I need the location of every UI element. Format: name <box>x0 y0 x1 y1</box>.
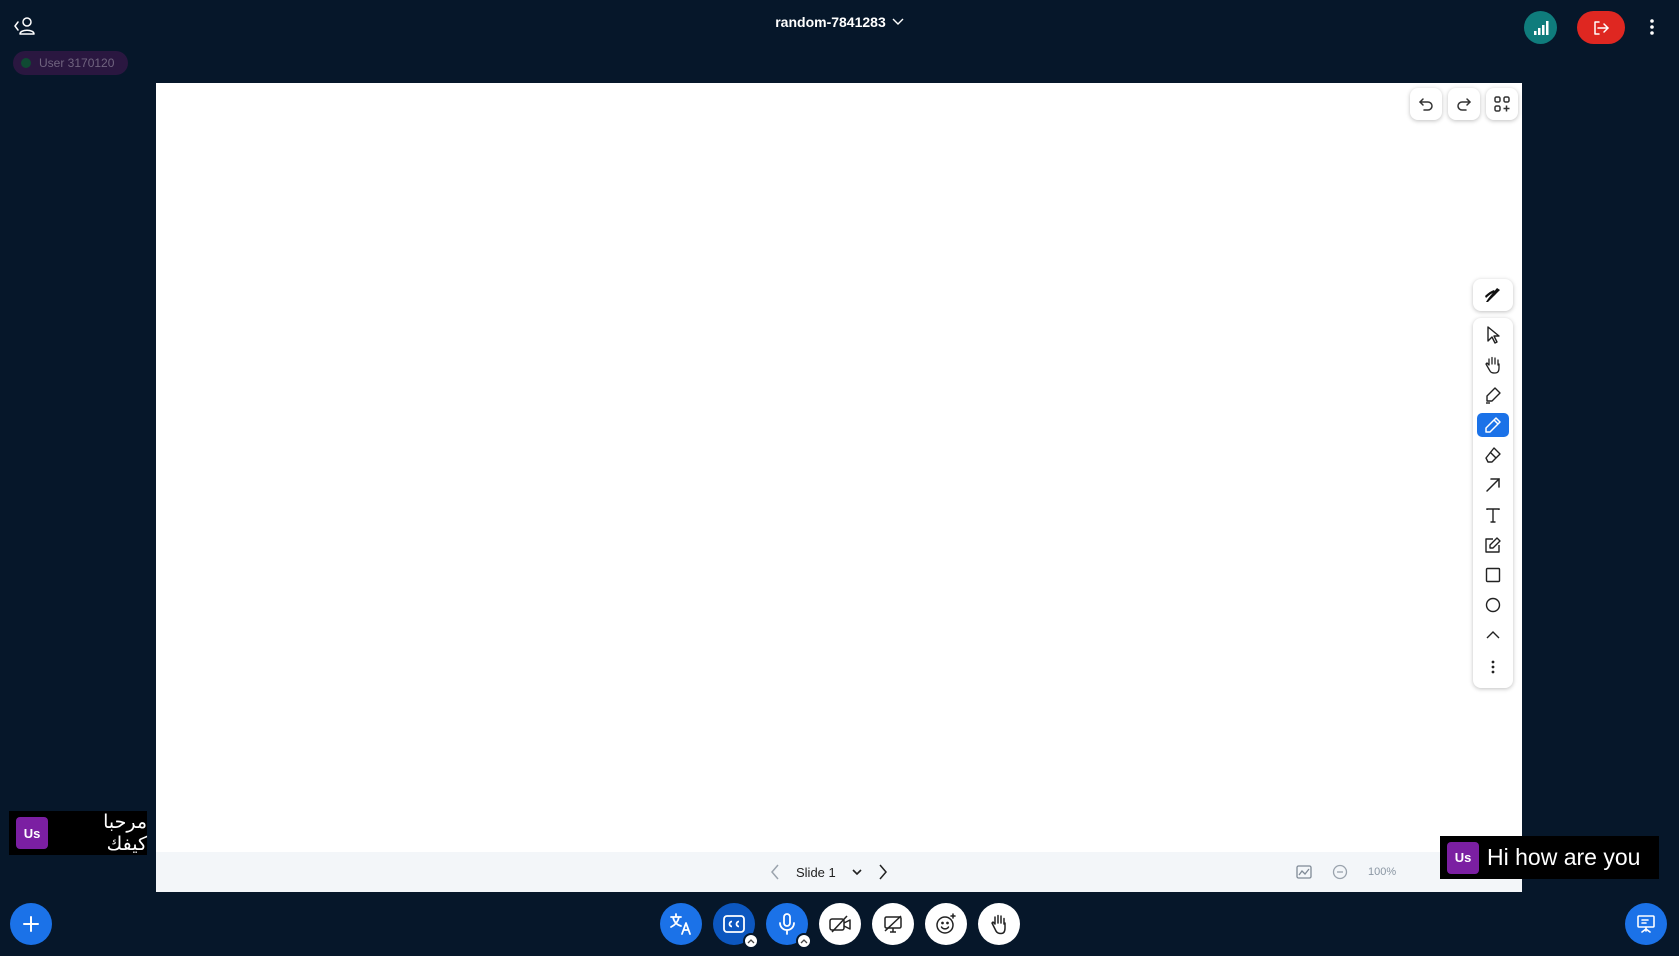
tool-note[interactable] <box>1477 533 1509 557</box>
connection-status-button[interactable] <box>1524 11 1557 44</box>
tool-draw[interactable] <box>1477 413 1509 437</box>
captions-options-toggle[interactable] <box>743 933 759 949</box>
chevron-down-icon <box>852 868 862 876</box>
note-edit-icon <box>1484 536 1502 554</box>
redo-icon <box>1456 96 1472 112</box>
talking-user-name: User 3170120 <box>39 56 115 70</box>
slide-select[interactable]: Slide 1 <box>796 865 862 880</box>
meeting-title: random-7841283 <box>775 14 886 30</box>
cursor-arrow-icon <box>1485 326 1501 344</box>
microphone-icon <box>778 913 796 935</box>
tool-more-shapes[interactable] <box>1477 623 1509 647</box>
tool-select[interactable] <box>1477 323 1509 347</box>
tool-more[interactable] <box>1477 655 1509 679</box>
chevron-down-icon <box>892 18 904 26</box>
leave-session-icon <box>1592 20 1610 36</box>
redo-button[interactable] <box>1448 88 1480 120</box>
user-list-toggle-icon <box>12 16 38 36</box>
translate-icon <box>669 912 693 936</box>
camera-button[interactable] <box>819 903 861 945</box>
raise-hand-button[interactable] <box>978 903 1020 945</box>
whiteboard-canvas[interactable] <box>156 83 1522 892</box>
undo-redo-group <box>1410 88 1518 120</box>
talking-indicator[interactable]: User 3170120 <box>13 51 129 75</box>
talking-dot <box>21 58 31 68</box>
screenshare-off-icon <box>883 915 903 933</box>
media-actions <box>660 903 1020 949</box>
options-menu-button[interactable] <box>1640 12 1664 42</box>
closed-captions-icon <box>723 915 745 933</box>
snapshot-button[interactable] <box>1296 865 1312 879</box>
meeting-title-dropdown[interactable]: random-7841283 <box>775 14 904 30</box>
tool-highlighter[interactable] <box>1477 383 1509 407</box>
pencil-icon <box>1484 416 1502 434</box>
tool-ellipse[interactable] <box>1477 593 1509 617</box>
caption-text: مرحبا كيفك <box>103 811 147 855</box>
translate-button[interactable] <box>660 903 702 945</box>
tool-text[interactable] <box>1477 503 1509 527</box>
arrow-icon <box>1485 477 1501 493</box>
vertical-dots-icon <box>1650 19 1654 35</box>
microphone-button[interactable] <box>766 903 812 949</box>
current-slide-label: Slide 1 <box>796 864 836 880</box>
tool-eraser[interactable] <box>1477 443 1509 467</box>
toggle-presentation-button[interactable] <box>1625 903 1667 945</box>
grid-plus-icon <box>1493 95 1511 113</box>
user-list-toggle-button[interactable] <box>10 12 40 40</box>
caption-right: Us Hi how are you <box>1440 836 1659 879</box>
closed-captions-button[interactable] <box>713 903 759 949</box>
presentation-icon <box>1636 915 1656 933</box>
caption-avatar: Us <box>1447 841 1479 874</box>
actions-menu-button[interactable] <box>10 903 52 945</box>
hand-icon <box>1483 355 1503 375</box>
zoom-controls: 100% <box>1296 860 1396 884</box>
screenshare-button[interactable] <box>872 903 914 945</box>
text-icon <box>1485 507 1501 523</box>
reactions-button[interactable] <box>925 903 967 945</box>
signal-bars-icon <box>1533 20 1549 36</box>
caption-left: Us مرحبا كيفك <box>9 811 147 855</box>
tool-arrow[interactable] <box>1477 473 1509 497</box>
next-slide-button[interactable] <box>878 864 888 880</box>
style-panel-button[interactable] <box>1473 279 1513 311</box>
tool-hand[interactable] <box>1477 353 1509 377</box>
audio-options-toggle[interactable] <box>796 933 812 949</box>
raise-hand-icon <box>989 913 1009 935</box>
tool-rectangle[interactable] <box>1477 563 1509 587</box>
leave-session-button[interactable] <box>1577 11 1625 44</box>
undo-icon <box>1418 96 1434 112</box>
brush-style-icon <box>1483 285 1503 305</box>
plus-icon <box>22 915 40 933</box>
rectangle-icon <box>1485 567 1501 583</box>
camera-off-icon <box>829 915 851 933</box>
zoom-out-button[interactable] <box>1332 864 1348 880</box>
vertical-dots-icon <box>1491 660 1495 674</box>
zoom-value[interactable]: 100% <box>1368 866 1396 878</box>
slide-navigation: Slide 1 <box>770 860 888 884</box>
caption-avatar: Us <box>16 817 48 849</box>
smiley-icon <box>935 913 957 935</box>
ellipse-icon <box>1485 597 1501 613</box>
highlighter-icon <box>1484 386 1502 404</box>
chevron-up-icon <box>1486 630 1500 640</box>
caption-text: Hi how are you <box>1487 844 1641 870</box>
undo-button[interactable] <box>1410 88 1442 120</box>
whiteboard-toolbar <box>1473 318 1513 688</box>
toolbar-toggle-button[interactable] <box>1486 88 1518 120</box>
eraser-icon <box>1484 446 1502 464</box>
previous-slide-button[interactable] <box>770 864 780 880</box>
